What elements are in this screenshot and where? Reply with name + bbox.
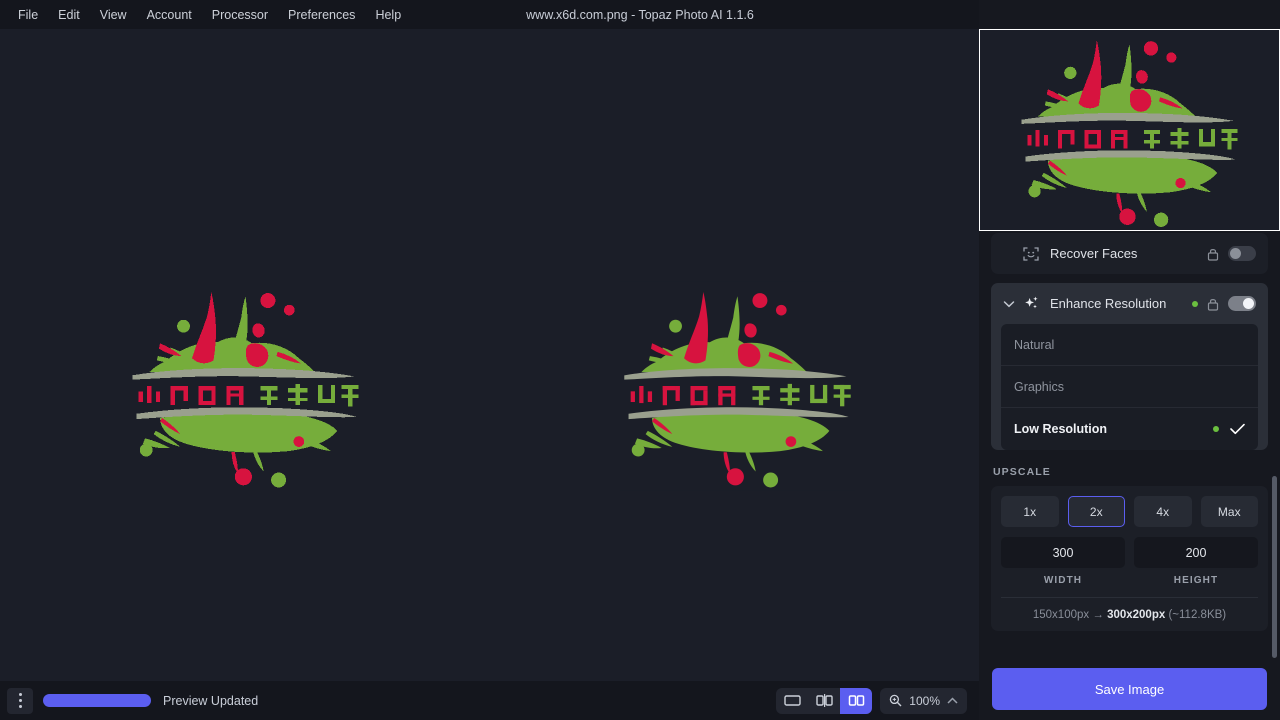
panel-scrollbar[interactable] (1272, 476, 1277, 658)
upscale-2x-button[interactable]: 2x (1068, 496, 1126, 527)
menu-item-processor[interactable]: Processor (202, 4, 278, 26)
menu-item-preferences[interactable]: Preferences (278, 4, 365, 26)
topaz-photo-ai-window: File Edit View Account Processor Prefere… (0, 0, 1280, 720)
filter-recover-faces[interactable]: Recover Faces (991, 233, 1268, 274)
enhance-resolution-header[interactable]: Enhance Resolution (991, 283, 1268, 324)
menu-item-help[interactable]: Help (365, 4, 411, 26)
menu-bar: File Edit View Account Processor Prefere… (0, 0, 411, 29)
recover-faces-header[interactable]: Recover Faces (991, 233, 1268, 274)
file-size: (~112.8KB) (1168, 609, 1226, 621)
arrow-icon: → (1092, 609, 1104, 621)
height-input[interactable]: 200 (1134, 537, 1258, 568)
kebab-menu-icon[interactable] (7, 688, 33, 714)
model-option-label: Graphics (1014, 380, 1064, 394)
dimension-inputs: 300 WIDTH 200 HEIGHT (1001, 537, 1258, 586)
menu-item-view[interactable]: View (90, 4, 137, 26)
canvas-images (0, 29, 979, 681)
chevron-down-icon[interactable] (1003, 300, 1017, 308)
recover-faces-controls (1207, 246, 1256, 261)
model-option-natural[interactable]: Natural (1001, 324, 1258, 366)
settings-panel: Recover Faces (979, 0, 1280, 720)
recover-faces-label: Recover Faces (1050, 246, 1137, 261)
sparkle-icon (1021, 295, 1041, 312)
model-option-label: Low Resolution (1014, 422, 1107, 436)
width-input[interactable]: 300 (1001, 537, 1125, 568)
model-option-indicators (1213, 423, 1245, 435)
enhance-resolution-status-dot (1192, 301, 1198, 307)
model-option-graphics[interactable]: Graphics (1001, 366, 1258, 408)
face-scan-icon (1021, 246, 1041, 262)
menu-item-file[interactable]: File (8, 4, 48, 26)
height-label: HEIGHT (1134, 575, 1258, 586)
magnifier-icon (889, 694, 902, 707)
caret-up-icon (947, 697, 958, 705)
recover-faces-toggle[interactable] (1228, 246, 1256, 261)
enhance-resolution-toggle[interactable] (1228, 296, 1256, 311)
save-image-button[interactable]: Save Image (992, 668, 1267, 710)
height-column: 200 HEIGHT (1134, 537, 1258, 586)
menu-item-edit[interactable]: Edit (48, 4, 90, 26)
enhance-resolution-label: Enhance Resolution (1050, 296, 1166, 311)
enhanced-image[interactable] (620, 281, 855, 491)
save-bar: Save Image (979, 658, 1280, 720)
model-options-list: Natural Graphics Low Resolution (1001, 324, 1258, 450)
width-label: WIDTH (1001, 575, 1125, 586)
filters-scroll-area: Recover Faces (979, 233, 1280, 658)
lock-icon (1207, 297, 1219, 311)
upscale-max-button[interactable]: Max (1201, 496, 1259, 527)
view-mode-group (776, 688, 872, 714)
model-status-dot (1213, 426, 1219, 432)
lock-icon (1207, 247, 1219, 261)
model-option-label: Natural (1014, 338, 1054, 352)
image-canvas[interactable] (0, 29, 979, 681)
upscale-1x-button[interactable]: 1x (1001, 496, 1059, 527)
enhance-resolution-controls (1192, 296, 1256, 311)
split-view-button[interactable] (808, 688, 840, 714)
width-column: 300 WIDTH (1001, 537, 1125, 586)
source-size: 150x100px (1033, 609, 1089, 621)
single-view-button[interactable] (776, 688, 808, 714)
side-by-side-view-button[interactable] (840, 688, 872, 714)
status-bar-controls: 100% (776, 688, 979, 714)
zoom-level-value: 100% (909, 694, 940, 708)
status-bar: Preview Updated (0, 681, 979, 720)
size-summary: 150x100px → 300x200px (~112.8KB) (1001, 597, 1258, 621)
preview-thumbnail[interactable] (979, 29, 1280, 231)
status-message: Preview Updated (163, 694, 258, 708)
checkmark-icon (1230, 423, 1245, 435)
filter-enhance-resolution[interactable]: Enhance Resolution Natural (991, 283, 1268, 450)
zoom-control[interactable]: 100% (880, 688, 967, 714)
progress-bar (43, 694, 151, 707)
model-option-low-resolution[interactable]: Low Resolution (1001, 408, 1258, 450)
target-size: 300x200px (1107, 609, 1165, 621)
upscale-factor-group: 1x 2x 4x Max (1001, 496, 1258, 527)
upscale-card: 1x 2x 4x Max 300 WIDTH 200 HEIGHT (991, 486, 1268, 631)
upscale-section-label: UPSCALE (993, 466, 1280, 478)
original-image[interactable] (128, 281, 363, 491)
upscale-4x-button[interactable]: 4x (1134, 496, 1192, 527)
menu-item-account[interactable]: Account (137, 4, 202, 26)
